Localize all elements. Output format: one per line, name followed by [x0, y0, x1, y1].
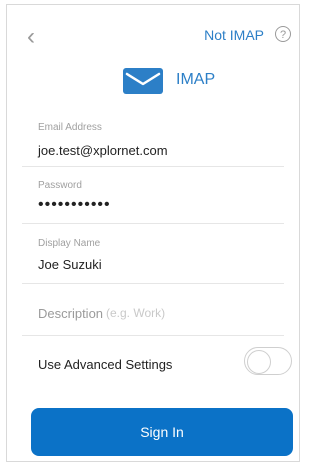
- back-button[interactable]: ‹: [27, 25, 51, 49]
- sign-in-button[interactable]: Sign In: [31, 408, 293, 456]
- mail-icon: [123, 68, 163, 94]
- advanced-settings-label: Use Advanced Settings: [38, 357, 173, 372]
- account-type-title: IMAP: [176, 71, 216, 88]
- divider: [22, 223, 284, 224]
- email-label: Email Address: [38, 122, 102, 133]
- help-icon[interactable]: ?: [275, 26, 291, 42]
- divider: [22, 283, 284, 284]
- toggle-knob: [247, 350, 271, 374]
- display-name-label: Display Name: [38, 238, 101, 249]
- display-name-field[interactable]: Joe Suzuki: [38, 257, 102, 272]
- description-field[interactable]: (e.g. Work): [106, 306, 165, 320]
- description-label: Description: [38, 306, 104, 321]
- account-type-header: IMAP: [6, 64, 300, 98]
- divider: [22, 166, 284, 167]
- advanced-settings-toggle[interactable]: [244, 347, 292, 375]
- password-label: Password: [38, 180, 82, 191]
- password-field[interactable]: •••••••••••: [38, 196, 111, 214]
- top-bar: ‹ Not IMAP ?: [6, 4, 300, 60]
- email-field[interactable]: joe.test@xplornet.com: [38, 143, 168, 158]
- divider: [22, 335, 284, 336]
- not-imap-link[interactable]: Not IMAP: [204, 27, 264, 43]
